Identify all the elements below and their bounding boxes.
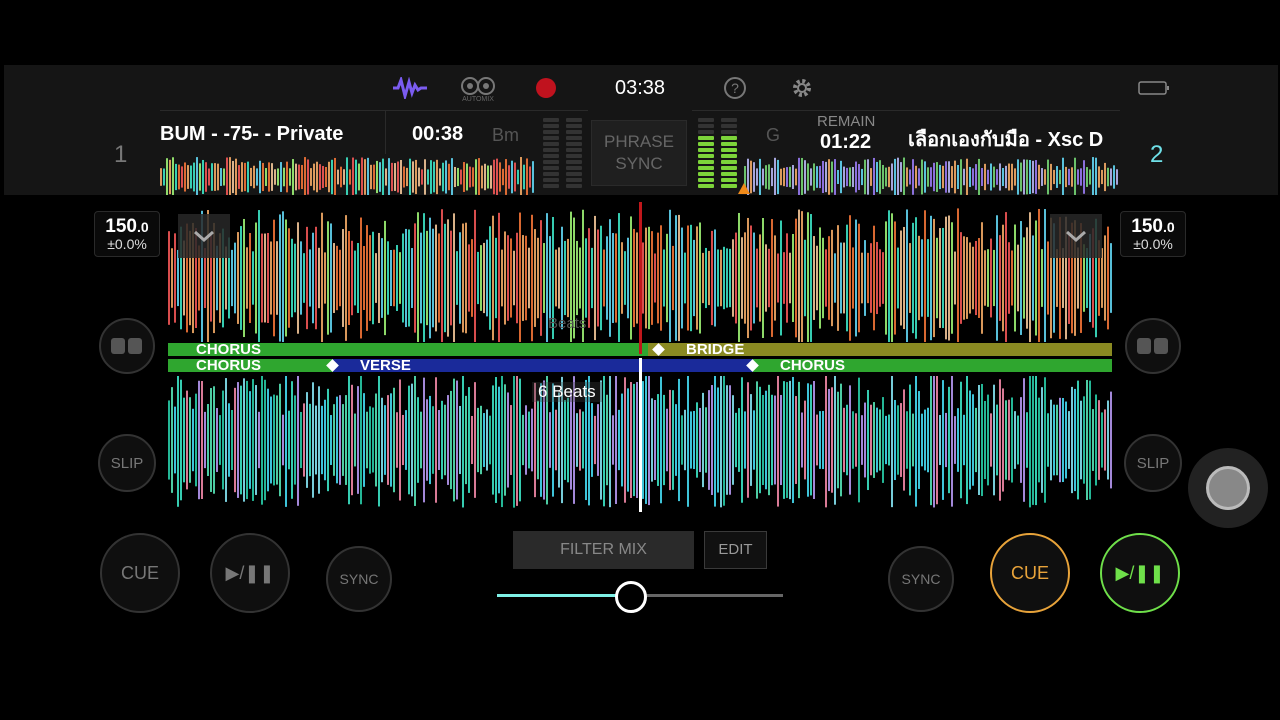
crossfader-fill bbox=[497, 594, 632, 597]
deck2-sync-button[interactable]: SYNC bbox=[888, 546, 954, 612]
deck1-bpm: 150 bbox=[105, 216, 137, 237]
waveform-icon[interactable] bbox=[392, 74, 428, 102]
deck1-play-pause-button[interactable]: ▶/❚❚ bbox=[210, 533, 290, 613]
beats-faded-label: Beats bbox=[548, 315, 587, 332]
filter-mix-button[interactable]: FILTER MIX bbox=[513, 531, 694, 569]
waveform-display[interactable]: CHORUS BRIDGE CHORUS VERSE CHORUS Beats … bbox=[168, 202, 1112, 512]
deck1-playhead bbox=[639, 202, 642, 354]
deck2-bpm: 150 bbox=[1131, 216, 1163, 237]
deck2-position-marker bbox=[738, 183, 750, 194]
automix-icon[interactable]: AUTOMIX bbox=[456, 72, 500, 106]
deck2-hotcue-toggle[interactable] bbox=[1125, 318, 1181, 374]
deck2-remain-time: 01:22 bbox=[820, 131, 872, 153]
battery-icon bbox=[1137, 78, 1171, 98]
deck2-phrase-label-chorus-2: CHORUS bbox=[780, 357, 846, 374]
automix-label: AUTOMIX bbox=[462, 95, 494, 103]
deck1-cue-button[interactable]: CUE bbox=[100, 533, 180, 613]
phrase-sync-label-2: SYNC bbox=[615, 154, 663, 173]
deck2-remain-label: REMAIN bbox=[817, 113, 876, 130]
deck1-bpm-display[interactable]: 150.0 ±0.0% bbox=[94, 211, 160, 257]
settings-icon[interactable] bbox=[789, 75, 815, 101]
deck1-hotcue-toggle[interactable] bbox=[99, 318, 155, 374]
deck2-bpm-decimal: .0 bbox=[1163, 219, 1175, 235]
deck2-pitch: ±0.0% bbox=[1133, 236, 1173, 252]
deck1-zoom-toggle[interactable] bbox=[178, 214, 230, 258]
deck2-phrase-label-verse: VERSE bbox=[360, 357, 411, 374]
svg-text:?: ? bbox=[731, 80, 739, 96]
pads-icon bbox=[111, 338, 142, 354]
deck1-pitch: ±0.0% bbox=[107, 236, 147, 252]
chevron-down-icon bbox=[194, 230, 214, 242]
deck2-zoom-toggle[interactable] bbox=[1050, 214, 1102, 258]
help-icon[interactable]: ? bbox=[722, 75, 748, 101]
deck1-level-meter-r bbox=[566, 118, 582, 188]
deck1-level-meter-l bbox=[543, 118, 559, 188]
beats-label: 6 Beats bbox=[532, 382, 602, 402]
deck2-divider bbox=[692, 110, 1120, 111]
deck1-track-title: BUM - -75- - Private bbox=[160, 123, 344, 145]
deck1-elapsed-time: 00:38 bbox=[412, 123, 464, 145]
deck2-cue-button[interactable]: CUE bbox=[990, 533, 1070, 613]
deck1-slip-button[interactable]: SLIP bbox=[98, 434, 156, 492]
deck1-number: 1 bbox=[114, 141, 128, 168]
edit-button[interactable]: EDIT bbox=[704, 531, 767, 569]
deck1-bpm-decimal: .0 bbox=[137, 219, 149, 235]
phrase-sync-label-1: PHRASE bbox=[604, 132, 674, 151]
clock: 03:38 bbox=[614, 77, 666, 99]
deck2-level-meter-r bbox=[721, 118, 737, 188]
deck2-play-pause-button[interactable]: ▶/❚❚ bbox=[1100, 533, 1180, 613]
pads-icon bbox=[1137, 338, 1168, 354]
phrase-sync-button[interactable]: PHRASE SYNC bbox=[591, 120, 687, 186]
deck2-phrase-label-chorus: CHORUS bbox=[196, 357, 262, 374]
deck1-phrase-label-bridge: BRIDGE bbox=[686, 341, 745, 358]
floating-assistive-button[interactable] bbox=[1188, 448, 1268, 528]
chevron-down-icon bbox=[1066, 230, 1086, 242]
deck2-key: G bbox=[766, 125, 781, 145]
deck1-phrase-label-chorus: CHORUS bbox=[196, 341, 262, 358]
deck2-overview-waveform[interactable] bbox=[744, 155, 1119, 195]
deck1-key: Bm bbox=[492, 125, 519, 145]
deck2-playhead bbox=[639, 358, 642, 512]
deck1-divider bbox=[160, 110, 588, 111]
deck1-sync-button[interactable]: SYNC bbox=[326, 546, 392, 612]
deck2-bpm-display[interactable]: 150.0 ±0.0% bbox=[1120, 211, 1186, 257]
deck2-level-meter-l bbox=[698, 118, 714, 188]
crossfader-knob[interactable] bbox=[615, 581, 648, 613]
deck2-track-title: เลือกเองกับมือ - Xsc D bbox=[908, 129, 1104, 151]
deck2-number: 2 bbox=[1150, 141, 1164, 168]
record-icon[interactable] bbox=[534, 76, 558, 100]
deck2-slip-button[interactable]: SLIP bbox=[1124, 434, 1182, 492]
deck1-overview-waveform[interactable] bbox=[160, 155, 535, 195]
deck1-divider-v bbox=[385, 110, 386, 154]
